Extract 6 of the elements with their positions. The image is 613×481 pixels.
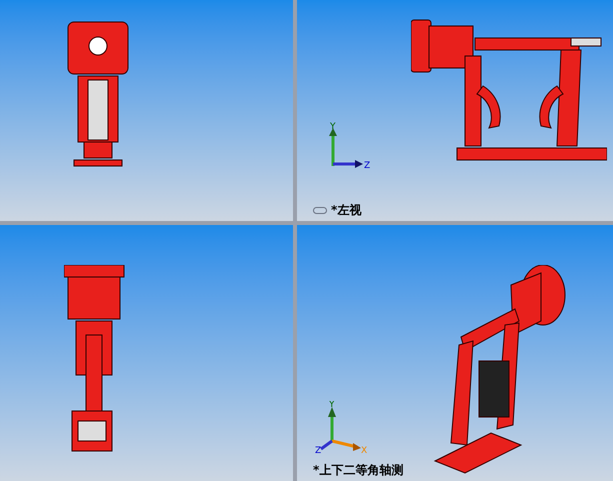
view-label: *左视 (331, 202, 362, 219)
viewport-panel[interactable] (0, 0, 293, 221)
link-icon (313, 206, 327, 214)
viewport-panel[interactable]: Y Z *左视 (297, 0, 613, 221)
viewport-panel[interactable] (0, 225, 293, 481)
view-label: *上下二等角轴测 (313, 462, 404, 479)
